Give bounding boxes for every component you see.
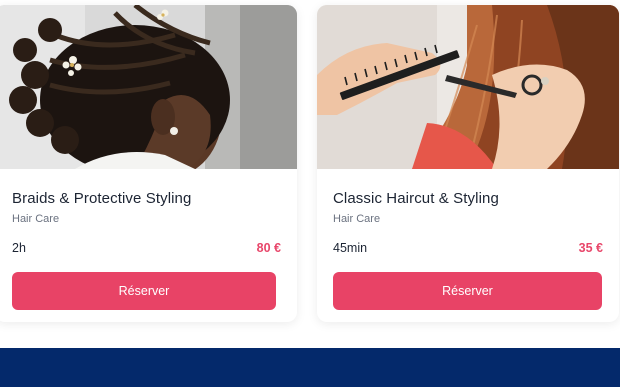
service-duration: 45min	[333, 241, 368, 255]
service-card-haircut[interactable]: Classic Haircut & Styling Hair Care 45mi…	[317, 5, 619, 322]
services-section: Braids & Protective Styling Hair Care 2h…	[0, 0, 620, 387]
service-price: 35 €	[578, 241, 603, 255]
service-category: Hair Care	[12, 213, 60, 225]
service-title: Classic Haircut & Styling	[333, 190, 499, 207]
service-photo-haircut	[317, 5, 619, 169]
service-info: Braids & Protective Styling Hair Care 2h…	[0, 169, 297, 322]
service-title: Braids & Protective Styling	[12, 190, 192, 207]
service-info: Classic Haircut & Styling Hair Care 45mi…	[317, 169, 619, 322]
service-price: 80 €	[256, 241, 281, 255]
footer-band	[0, 348, 620, 387]
reserve-button[interactable]: Réserver	[12, 272, 276, 310]
service-photo-braids	[0, 5, 297, 169]
service-duration: 2h	[12, 241, 26, 255]
service-category: Hair Care	[333, 213, 381, 225]
service-card-braids[interactable]: Braids & Protective Styling Hair Care 2h…	[0, 5, 297, 322]
reserve-button[interactable]: Réserver	[333, 272, 602, 310]
